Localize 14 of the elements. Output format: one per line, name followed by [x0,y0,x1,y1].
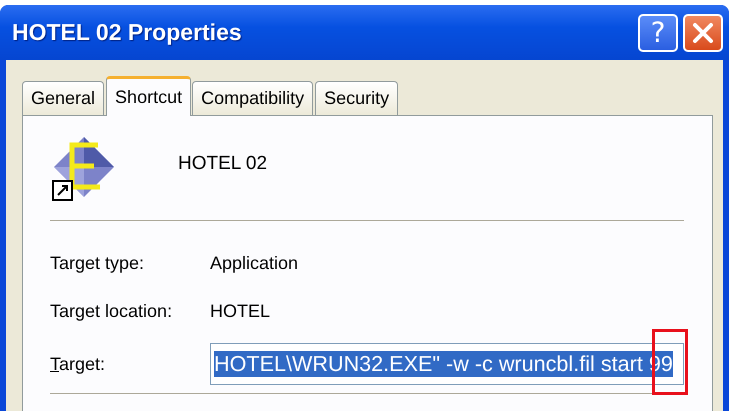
close-button[interactable] [683,14,723,52]
field-value: Application [210,252,298,274]
shortcut-name: HOTEL 02 [178,153,268,175]
tab[interactable]: Shortcut [106,76,192,116]
field-label: Target location: [50,300,174,322]
field-label: Target type: [50,252,146,274]
app-shortcut-icon [52,135,116,201]
help-button[interactable]: ? [638,14,678,52]
field-label: Target: [50,354,106,374]
tab[interactable]: Security [315,81,398,115]
field-value: HOTEL [210,300,270,322]
tab[interactable]: Compatibility [192,81,314,115]
window-title: HOTEL 02 Properties [12,19,242,46]
tab[interactable]: General [22,81,104,115]
